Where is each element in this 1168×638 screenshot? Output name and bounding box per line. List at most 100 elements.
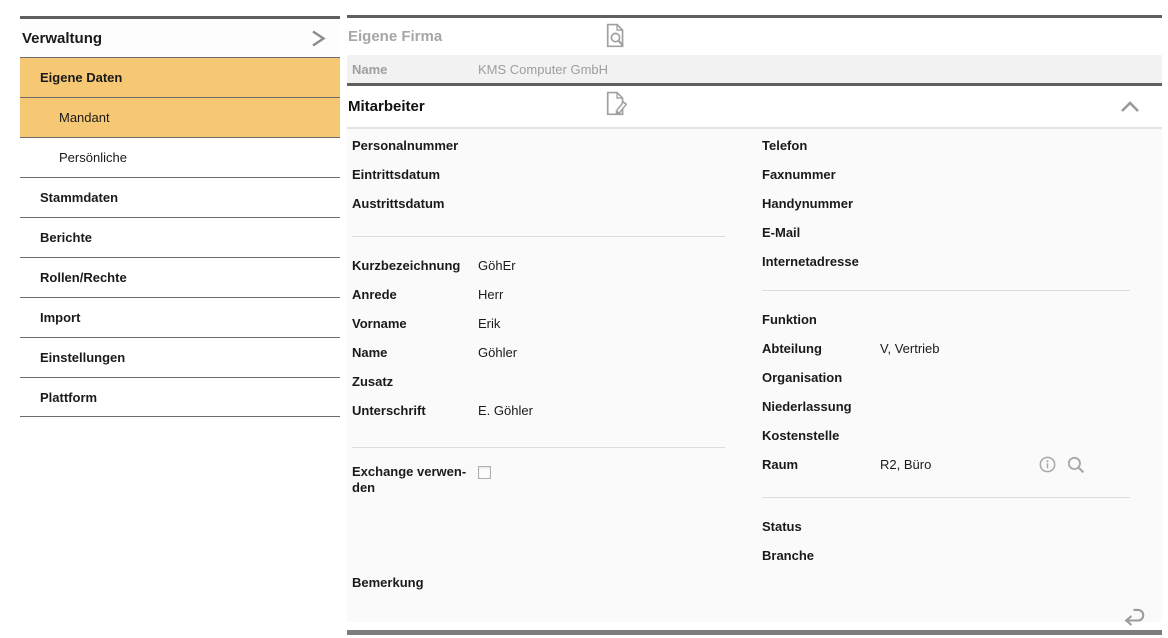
main-panel: Eigene Firma Name KMS Computer GmbH Mita… [347, 15, 1162, 635]
sidebar-title: Verwaltung [22, 30, 102, 47]
sidebar-item-import[interactable]: Import [20, 297, 340, 337]
field-vorname: Vorname Erik [352, 309, 725, 338]
field-label: Eintrittsdatum [352, 160, 478, 189]
field-label: E-Mail [762, 218, 880, 247]
sidebar-item-label: Rollen/Rechte [40, 270, 127, 285]
sidebar-header[interactable]: Verwaltung [20, 19, 340, 57]
field-value[interactable] [880, 160, 1130, 189]
field-value[interactable] [478, 367, 725, 396]
field-label: Name [352, 338, 478, 367]
info-icon[interactable] [1039, 456, 1056, 473]
field-value[interactable] [880, 131, 1130, 160]
field-label: Handynummer [762, 189, 880, 218]
sidebar-item-label: Persönliche [59, 150, 127, 165]
group-divider [762, 290, 1130, 291]
field-label: Anrede [352, 280, 478, 309]
document-search-icon[interactable] [603, 23, 628, 56]
field-email: E-Mail [762, 218, 1130, 247]
field-label: Niederlassung [762, 392, 880, 421]
section-title: Eigene Firma [348, 28, 442, 45]
sidebar-item-rollen-rechte[interactable]: Rollen/Rechte [20, 257, 340, 297]
group-divider [352, 447, 725, 448]
field-value[interactable]: Erik [478, 309, 725, 338]
collapse-chevron-up-icon[interactable] [1120, 101, 1140, 113]
sidebar-item-label: Plattform [40, 390, 97, 405]
field-value[interactable] [880, 512, 1130, 541]
search-icon[interactable] [1067, 456, 1085, 474]
field-value[interactable]: R2, Büro [880, 450, 931, 479]
field-anrede: Anrede Herr [352, 280, 725, 309]
field-zusatz: Zusatz [352, 367, 725, 396]
field-branche: Branche [762, 541, 1130, 570]
field-value[interactable]: Herr [478, 280, 725, 309]
field-unterschrift: Unterschrift E. Göhler [352, 396, 725, 425]
field-value[interactable] [880, 218, 1130, 247]
field-label: Organisation [762, 363, 880, 392]
field-bemerkung: Bemerkung [352, 568, 725, 597]
field-value[interactable]: GöhEr [478, 251, 725, 280]
field-label: Exchange verwen-den [352, 464, 478, 496]
mitarbeiter-form: Personalnummer Eintrittsdatum Austrittsd… [347, 129, 1162, 622]
field-value[interactable] [880, 305, 1130, 334]
field-organisation: Organisation [762, 363, 1130, 392]
field-value[interactable] [880, 392, 1130, 421]
field-kostenstelle: Kostenstelle [762, 421, 1130, 450]
field-abteilung: Abteilung V, Vertrieb [762, 334, 1130, 363]
sidebar-item-eigene-daten[interactable]: Eigene Daten [20, 57, 340, 97]
sidebar-item-berichte[interactable]: Berichte [20, 217, 340, 257]
field-label: Personalnummer [352, 131, 478, 160]
field-eintrittsdatum: Eintrittsdatum [352, 160, 725, 189]
field-exchange-verwenden: Exchange verwen-den [352, 464, 725, 496]
field-value[interactable] [880, 363, 1130, 392]
field-label: Status [762, 512, 880, 541]
section-title: Mitarbeiter [348, 98, 425, 115]
field-label: Funktion [762, 305, 880, 334]
group-divider [352, 236, 725, 237]
field-label: Austrittsdatum [352, 189, 478, 218]
field-niederlassung: Niederlassung [762, 392, 1130, 421]
field-label: Abteilung [762, 334, 880, 363]
group-divider [762, 497, 1130, 498]
section-header-mitarbeiter: Mitarbeiter [347, 86, 1162, 127]
field-telefon: Telefon [762, 131, 1130, 160]
sidebar-item-label: Einstellungen [40, 350, 125, 365]
field-value[interactable] [880, 247, 1130, 276]
sidebar-item-einstellungen[interactable]: Einstellungen [20, 337, 340, 377]
sidebar-item-persoenliche[interactable]: Persönliche [20, 137, 340, 177]
field-firma-name: Name KMS Computer GmbH [347, 55, 1162, 83]
return-arrow-icon[interactable] [1121, 603, 1148, 632]
field-label: Bemerkung [352, 568, 478, 597]
field-label: Faxnummer [762, 160, 880, 189]
section-header-eigene-firma: Eigene Firma [347, 18, 1162, 55]
sidebar-item-label: Stammdaten [40, 190, 118, 205]
field-label: Vorname [352, 309, 478, 338]
sidebar-item-mandant[interactable]: Mandant [20, 97, 340, 137]
field-value[interactable]: Göhler [478, 338, 725, 367]
field-value[interactable] [880, 421, 1130, 450]
field-label: Zusatz [352, 367, 478, 396]
exchange-checkbox[interactable] [478, 466, 491, 479]
sidebar-item-plattform[interactable]: Plattform [20, 377, 340, 417]
field-value[interactable]: V, Vertrieb [880, 334, 1130, 363]
field-raum: Raum R2, Büro [762, 450, 1130, 479]
sidebar-item-stammdaten[interactable]: Stammdaten [20, 177, 340, 217]
sidebar-item-label: Mandant [59, 110, 110, 125]
sidebar-item-label: Eigene Daten [40, 70, 122, 85]
field-value[interactable] [478, 131, 725, 160]
document-edit-icon[interactable] [603, 91, 628, 124]
field-value[interactable] [880, 541, 1130, 570]
field-label: Raum [762, 450, 880, 479]
field-value[interactable] [880, 189, 1130, 218]
field-faxnummer: Faxnummer [762, 160, 1130, 189]
field-personalnummer: Personalnummer [352, 131, 725, 160]
field-label: Name [352, 62, 478, 77]
field-handynummer: Handynummer [762, 189, 1130, 218]
field-label: Unterschrift [352, 396, 478, 425]
sidebar-item-label: Import [40, 310, 80, 325]
field-value[interactable] [478, 189, 725, 218]
field-value[interactable] [478, 160, 725, 189]
chevron-right-icon[interactable] [310, 29, 327, 48]
field-kurzbezeichnung: Kurzbezeichnung GöhEr [352, 251, 725, 280]
field-value[interactable]: E. Göhler [478, 396, 725, 425]
field-value[interactable] [478, 568, 725, 597]
